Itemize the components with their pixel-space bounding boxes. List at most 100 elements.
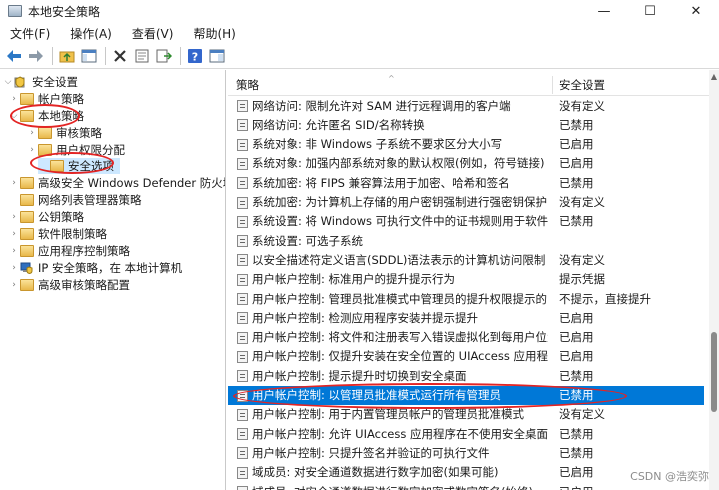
policy-name: 用户帐户控制: 检测应用程序安装并提示提升 (252, 310, 479, 325)
tree-item-software-restriction[interactable]: › 软件限制策略 (8, 226, 107, 242)
column-header-setting[interactable]: 安全设置 (559, 77, 605, 93)
scroll-up-icon[interactable]: ▲ (709, 72, 719, 81)
policy-name: 用户帐户控制: 标准用户的提升提示行为 (252, 272, 456, 287)
menu-view[interactable]: 查看(V) (122, 25, 184, 42)
policy-row[interactable]: 系统对象: 非 Windows 子系统不要求区分大小写 已启用 (228, 135, 704, 154)
policy-row[interactable]: 以安全描述符定义语言(SDDL)语法表示的计算机访问限制 没有定义 (228, 250, 704, 269)
scrollbar-thumb[interactable] (711, 332, 717, 412)
policy-setting: 已禁用 (559, 445, 594, 460)
tree-item-label: 应用程序控制策略 (38, 244, 130, 258)
tree-item-label: 高级审核策略配置 (38, 278, 130, 292)
policy-icon (237, 486, 248, 490)
policy-icon (237, 273, 248, 286)
column-divider[interactable] (552, 76, 553, 94)
policy-name: 域成员: 对安全通道数据进行数字加密(如果可能) (252, 465, 499, 480)
console-icon[interactable] (207, 46, 227, 66)
policy-icon (237, 312, 248, 325)
properties-icon[interactable] (132, 46, 152, 66)
policy-setting: 没有定义 (559, 252, 605, 267)
folder-icon (38, 127, 52, 139)
policy-row[interactable]: 用户帐户控制: 管理员批准模式中管理员的提升权限提示的... 不提示，直接提升 (228, 289, 704, 308)
policy-name: 系统设置: 将 Windows 可执行文件中的证书规则用于软件限... (252, 214, 548, 229)
window-controls: — ☐ ✕ (581, 0, 719, 22)
chevron-right-icon[interactable]: › (8, 229, 20, 239)
menu-action[interactable]: 操作(A) (60, 25, 122, 42)
tree-item-audit-policy[interactable]: › 审核策略 (26, 125, 102, 141)
maximize-button[interactable]: ☐ (627, 0, 673, 22)
forward-arrow-icon[interactable] (26, 46, 46, 66)
tree-item-advanced-audit[interactable]: › 高级审核策略配置 (8, 277, 130, 293)
chevron-right-icon[interactable]: › (8, 280, 20, 290)
policy-name: 网络访问: 允许匿名 SID/名称转换 (252, 117, 425, 132)
tree-item-local-policies[interactable]: ⌵ 本地策略 (8, 108, 84, 124)
policy-row[interactable]: 网络访问: 允许匿名 SID/名称转换 已禁用 (228, 115, 704, 134)
policy-setting: 提示凭据 (559, 272, 605, 287)
minimize-button[interactable]: — (581, 0, 627, 22)
chevron-right-icon[interactable]: › (8, 178, 20, 188)
tree-item-security-options[interactable]: 安全选项 (38, 158, 120, 174)
tree-item-public-key-policies[interactable]: › 公钥策略 (8, 209, 84, 225)
policy-row[interactable]: 用户帐户控制: 用于内置管理员帐户的管理员批准模式 没有定义 (228, 405, 704, 424)
show-hide-tree-icon[interactable] (79, 46, 99, 66)
policy-row[interactable]: 系统设置: 将 Windows 可执行文件中的证书规则用于软件限... 已禁用 (228, 212, 704, 231)
chevron-right-icon[interactable]: › (8, 212, 20, 222)
sort-ascending-icon: ^ (388, 74, 395, 83)
folder-icon (20, 228, 34, 240)
tree-pane: ⌵ 安全设置 › 帐户策略 ⌵ 本地策略 › 审核策略 › 用户权限分配 安全选… (0, 70, 226, 490)
delete-icon[interactable] (110, 46, 130, 66)
policy-row[interactable]: 用户帐户控制: 允许 UIAccess 应用程序在不使用安全桌面的... 已禁用 (228, 424, 704, 443)
policy-row[interactable]: 用户帐户控制: 仅提升安装在安全位置的 UIAccess 应用程序 已启用 (228, 347, 704, 366)
help-icon[interactable]: ? (185, 46, 205, 66)
policy-row[interactable]: 用户帐户控制: 将文件和注册表写入错误虚拟化到每用户位置 已启用 (228, 328, 704, 347)
policy-row[interactable]: 用户帐户控制: 以管理员批准模式运行所有管理员 已禁用 (228, 385, 704, 405)
policy-row[interactable]: 用户帐户控制: 检测应用程序安装并提示提升 已启用 (228, 308, 704, 327)
chevron-down-icon[interactable]: ⌵ (8, 111, 20, 121)
chevron-right-icon[interactable]: › (26, 145, 38, 155)
policy-name: 用户帐户控制: 仅提升安装在安全位置的 UIAccess 应用程序 (252, 349, 548, 364)
ipsec-icon (20, 262, 34, 275)
up-folder-icon[interactable] (57, 46, 77, 66)
policy-row[interactable]: 用户帐户控制: 标准用户的提升提示行为 提示凭据 (228, 270, 704, 289)
policy-setting: 已启用 (559, 465, 594, 480)
chevron-right-icon[interactable]: › (26, 128, 38, 138)
tree-item-app-control[interactable]: › 应用程序控制策略 (8, 243, 130, 259)
policy-name: 域成员: 对安全通道数据进行数字加密或数字签名(始终) (252, 484, 548, 490)
policy-setting: 没有定义 (559, 407, 605, 422)
back-arrow-icon[interactable] (4, 46, 24, 66)
close-button[interactable]: ✕ (673, 0, 719, 22)
tree-item-security-settings[interactable]: ⌵ 安全设置 (2, 74, 78, 90)
policy-setting: 没有定义 (559, 98, 605, 113)
app-icon (8, 5, 22, 17)
policy-row[interactable]: 用户帐户控制: 只提升签名并验证的可执行文件 已禁用 (228, 443, 704, 462)
policy-list-pane: ^ 策略 安全设置 网络访问: 限制允许对 SAM 进行远程调用的客户端 没有定义… (228, 70, 719, 490)
policy-row[interactable]: 系统加密: 为计算机上存储的用户密钥强制进行强密钥保护 没有定义 (228, 193, 704, 212)
policy-icon (237, 254, 248, 267)
tree-item-label: 用户权限分配 (56, 143, 125, 157)
tree-item-user-rights[interactable]: › 用户权限分配 (26, 142, 125, 158)
chevron-right-icon[interactable]: › (8, 94, 20, 104)
tree-item-defender-firewall[interactable]: › 高级安全 Windows Defender 防火墙 (8, 175, 226, 191)
policy-name: 系统对象: 加强内部系统对象的默认权限(例如，符号链接) (252, 156, 545, 171)
chevron-right-icon[interactable]: › (8, 246, 20, 256)
policy-row[interactable]: 系统对象: 加强内部系统对象的默认权限(例如，符号链接) 已启用 (228, 154, 704, 173)
tree-item-account-policies[interactable]: › 帐户策略 (8, 91, 84, 107)
export-icon[interactable] (154, 46, 174, 66)
policy-setting: 已启用 (559, 310, 594, 325)
policy-row[interactable]: 网络访问: 限制允许对 SAM 进行远程调用的客户端 没有定义 (228, 96, 704, 115)
list-header: ^ 策略 安全设置 (228, 74, 719, 96)
menu-help[interactable]: 帮助(H) (183, 25, 245, 42)
policy-icon (237, 293, 248, 305)
policy-name: 系统加密: 将 FIPS 兼容算法用于加密、哈希和签名 (252, 175, 510, 190)
tree-item-label: 高级安全 Windows Defender 防火墙 (38, 176, 226, 190)
vertical-scrollbar[interactable]: ▲ (709, 70, 719, 490)
menu-file[interactable]: 文件(F) (0, 25, 60, 42)
policy-row[interactable]: 用户帐户控制: 提示提升时切换到安全桌面 已禁用 (228, 366, 704, 385)
column-header-policy[interactable]: 策略 (236, 77, 259, 93)
policy-row[interactable]: 系统加密: 将 FIPS 兼容算法用于加密、哈希和签名 已禁用 (228, 173, 704, 192)
tree-item-network-list-manager[interactable]: 网络列表管理器策略 (8, 192, 142, 208)
policy-row[interactable]: 系统设置: 可选子系统 (228, 231, 704, 250)
tree-item-ip-security[interactable]: › IP 安全策略，在 本地计算机 (8, 260, 182, 276)
chevron-right-icon[interactable]: › (8, 263, 20, 273)
chevron-down-icon[interactable]: ⌵ (2, 77, 14, 87)
policy-icon (237, 447, 248, 460)
